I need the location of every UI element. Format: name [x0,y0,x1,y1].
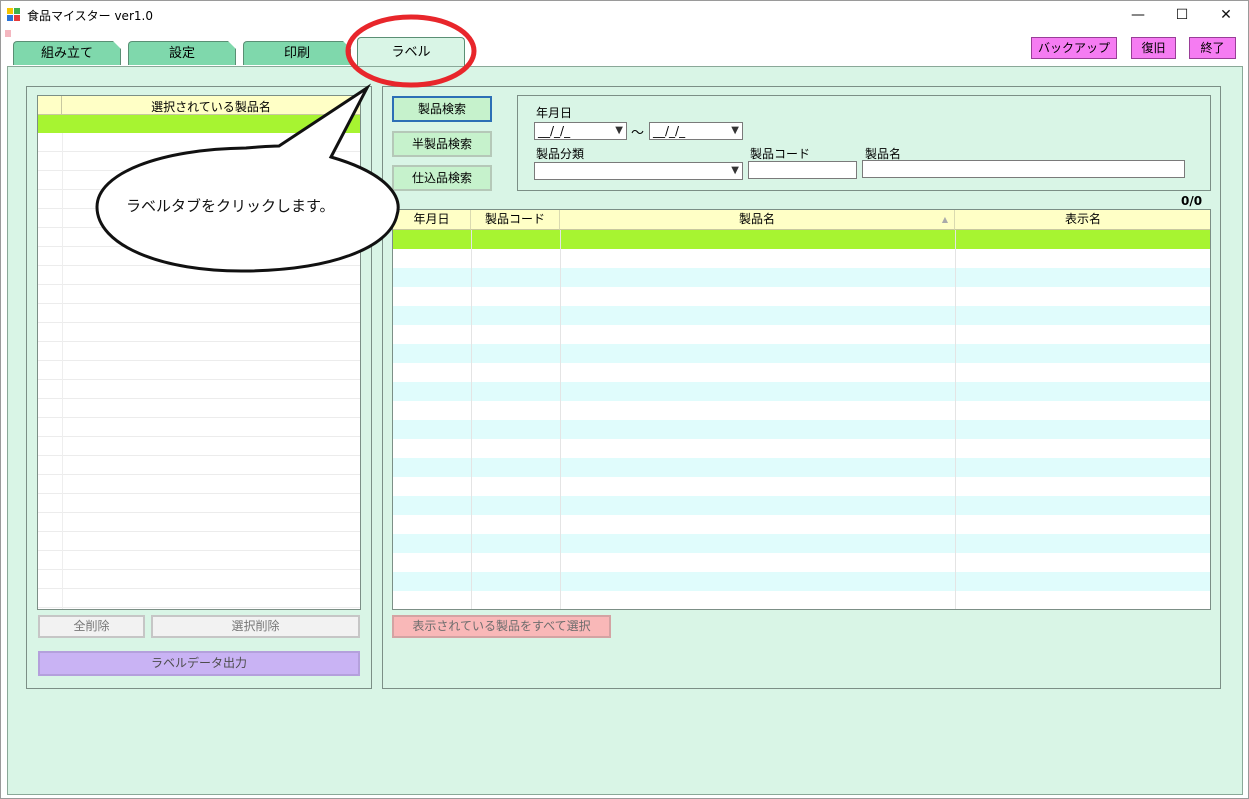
delete-selected-button[interactable]: 選択削除 [151,615,360,638]
tab-label: 組み立て [40,46,93,61]
selected-row[interactable] [38,115,360,133]
title-bar: 食品マイスター ver1.0 — ☐ ✕ [1,1,1248,29]
chevron-down-icon: ▼ [731,125,739,136]
table-row[interactable] [393,306,1210,325]
tab-settings[interactable]: 設定 [128,41,236,65]
chevron-down-icon: ▼ [731,165,739,176]
row-header-corner [38,96,62,115]
minimize-button[interactable]: — [1115,1,1161,29]
table-row[interactable] [393,591,1210,609]
table-row[interactable] [393,325,1210,344]
tab-label: 印刷 [283,46,310,61]
column-divider [471,230,472,609]
tab-assembly[interactable]: 組み立て [13,41,121,65]
date-label: 年月日 [536,106,573,120]
table-row[interactable] [393,420,1210,439]
row-header-divider [62,133,63,609]
window-title: 食品マイスター ver1.0 [27,9,153,23]
category-label: 製品分類 [536,147,585,161]
maximize-button[interactable]: ☐ [1159,1,1205,29]
close-button[interactable]: ✕ [1203,1,1249,29]
list-header: 選択されている製品名 [38,96,360,115]
date-to-value: __/_/_ [653,124,686,138]
tab-label: ラベル [391,45,431,60]
status-marker [5,30,11,37]
table-row[interactable] [393,363,1210,382]
prep-product-search-button[interactable]: 仕込品検索 [392,165,492,191]
date-from-picker[interactable]: __/_/_ ▼ [534,122,627,140]
table-row[interactable] [393,439,1210,458]
table-row[interactable] [393,572,1210,591]
column-header-name[interactable]: 製品名 ▲ [560,210,955,230]
delete-all-button[interactable]: 全削除 [38,615,145,638]
backup-button[interactable]: バックアップ [1031,37,1117,59]
table-row-selected[interactable] [393,230,1210,249]
sort-ascending-icon: ▲ [941,215,948,224]
product-search-button[interactable]: 製品検索 [392,96,492,122]
app-window: 食品マイスター ver1.0 — ☐ ✕ 組み立て 設定 印刷 ラベル バックア… [0,0,1249,799]
product-grid[interactable]: 年月日 製品コード 製品名 ▲ 表示名 [392,209,1211,610]
date-from-value: __/_/_ [538,124,571,138]
select-all-displayed-button[interactable]: 表示されている製品をすべて選択 [392,615,611,638]
restore-button[interactable]: 復旧 [1131,37,1176,59]
chevron-down-icon: ▼ [615,125,623,136]
category-select[interactable]: ▼ [534,162,743,180]
column-divider [560,230,561,609]
table-row[interactable] [393,401,1210,420]
table-row[interactable] [393,496,1210,515]
column-header-code[interactable]: 製品コード [471,210,560,230]
product-code-input[interactable] [748,161,857,179]
table-row[interactable] [393,477,1210,496]
table-row[interactable] [393,249,1210,268]
column-header-name-text: 製品名 [738,212,775,226]
date-to-picker[interactable]: __/_/_ ▼ [649,122,743,140]
result-count: 0/0 [1181,194,1203,208]
table-row[interactable] [393,515,1210,534]
column-header-date[interactable]: 年月日 [393,210,471,230]
table-row[interactable] [393,458,1210,477]
table-row[interactable] [393,534,1210,553]
table-row[interactable] [393,382,1210,401]
list-header-caption: 選択されている製品名 [151,100,271,114]
product-code-label: 製品コード [750,147,811,161]
selected-products-list[interactable]: 選択されている製品名 [37,95,361,610]
column-divider [955,230,956,609]
range-separator: ～ [631,126,645,141]
column-header-display-name[interactable]: 表示名 [955,210,1210,230]
tab-print[interactable]: 印刷 [243,41,351,65]
tab-label-active[interactable]: ラベル [357,37,465,67]
table-row[interactable] [393,287,1210,306]
label-data-output-button[interactable]: ラベルデータ出力 [38,651,360,676]
table-row[interactable] [393,344,1210,363]
table-row[interactable] [393,268,1210,287]
callout-text: ラベルタブをクリックします。 [126,197,335,215]
quit-button[interactable]: 終了 [1189,37,1236,59]
semi-product-search-button[interactable]: 半製品検索 [392,131,492,157]
tab-label: 設定 [168,46,195,61]
table-row[interactable] [393,553,1210,572]
product-name-input[interactable] [862,160,1185,178]
app-icon [7,8,21,22]
